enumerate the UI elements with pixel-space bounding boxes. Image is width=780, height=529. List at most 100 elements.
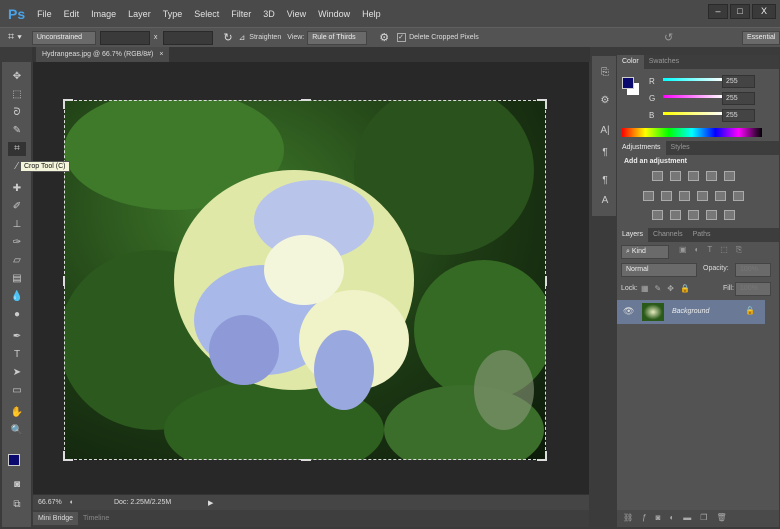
invert-icon[interactable] xyxy=(652,210,663,220)
opacity-input[interactable]: 100% xyxy=(735,263,771,277)
blur-tool-icon[interactable]: 💧 xyxy=(8,290,26,304)
close-tab-icon[interactable]: × xyxy=(159,51,163,58)
layer-row[interactable]: 👁 Background 🔒 xyxy=(617,300,765,324)
tab-color[interactable]: Color xyxy=(617,55,644,69)
exposure-icon[interactable] xyxy=(706,171,717,181)
tab-channels[interactable]: Channels xyxy=(648,228,688,242)
levels-icon[interactable] xyxy=(670,171,681,181)
delete-cropped-checkbox[interactable]: ✓ xyxy=(397,33,407,42)
color-spectrum[interactable] xyxy=(622,128,762,137)
move-tool-icon[interactable]: ✥ xyxy=(8,70,26,84)
fill-input[interactable]: 100% xyxy=(735,282,771,296)
character-icon[interactable]: A| xyxy=(596,124,614,138)
lock-icons[interactable]: ▦✎✥🔒 xyxy=(641,284,696,293)
menu-type[interactable]: Type xyxy=(163,9,183,19)
color-balance-icon[interactable] xyxy=(661,191,672,201)
visibility-eye-icon[interactable]: 👁 xyxy=(623,306,634,317)
straighten-button[interactable]: Straighten xyxy=(249,34,281,41)
document-tab[interactable]: Hydrangeas.jpg @ 66.7% (RGB/8#) × xyxy=(36,47,170,62)
paragraph-icon[interactable]: ¶ xyxy=(596,146,614,160)
crop-handle-tl[interactable] xyxy=(63,99,73,109)
menu-help[interactable]: Help xyxy=(362,9,381,19)
crop-box[interactable] xyxy=(63,99,547,461)
crop-handle-left[interactable] xyxy=(63,276,73,286)
tab-paths[interactable]: Paths xyxy=(688,228,716,242)
paragraph-styles-icon[interactable]: ¶ xyxy=(596,174,614,188)
g-slider[interactable] xyxy=(663,95,723,98)
foreground-color-swatch[interactable] xyxy=(8,454,20,466)
history-brush-icon[interactable]: ✑ xyxy=(8,236,26,250)
width-input[interactable] xyxy=(99,30,150,45)
menu-layer[interactable]: Layer xyxy=(128,9,151,19)
maximize-button[interactable]: □ xyxy=(730,4,750,19)
tab-adjustments[interactable]: Adjustments xyxy=(617,141,666,155)
layer-name[interactable]: Background xyxy=(672,308,709,315)
tab-layers[interactable]: Layers xyxy=(617,228,649,242)
path-select-tool-icon[interactable]: ➤ xyxy=(8,366,26,380)
selective-color-icon[interactable] xyxy=(706,210,717,220)
crop-handle-tr[interactable] xyxy=(537,99,547,109)
status-arrow-icon[interactable]: ▶ xyxy=(208,499,213,507)
vibrance-icon[interactable] xyxy=(724,171,735,181)
photo-filter-icon[interactable] xyxy=(697,191,708,201)
character-styles-icon[interactable]: A xyxy=(596,194,614,208)
gradient-tool-icon[interactable]: ▤ xyxy=(8,272,26,286)
menu-view[interactable]: View xyxy=(287,9,306,19)
reset-icon[interactable]: ↺ xyxy=(664,31,673,44)
menu-filter[interactable]: Filter xyxy=(231,9,251,19)
dodge-tool-icon[interactable]: ● xyxy=(8,308,26,322)
screen-mode-icon[interactable]: ⧉ xyxy=(8,498,26,512)
straighten-icon[interactable]: ⊿ xyxy=(239,33,246,42)
tab-timeline[interactable]: Timeline xyxy=(78,512,114,525)
crop-handle-bl[interactable] xyxy=(63,451,73,461)
marquee-tool-icon[interactable]: ⬚ xyxy=(8,88,26,102)
quick-select-tool-icon[interactable]: ✎ xyxy=(8,124,26,138)
crop-handle-top[interactable] xyxy=(301,99,311,109)
type-tool-icon[interactable]: T xyxy=(8,348,26,362)
threshold-icon[interactable] xyxy=(688,210,699,220)
menu-edit[interactable]: Edit xyxy=(64,9,80,19)
menu-select[interactable]: Select xyxy=(194,9,219,19)
tab-swatches[interactable]: Swatches xyxy=(644,55,684,69)
lasso-tool-icon[interactable]: ᘐ xyxy=(8,106,26,120)
layer-filter-icons[interactable]: ▣◐T⬚⎘ xyxy=(679,245,750,255)
gear-icon[interactable]: ⚙ xyxy=(379,31,389,44)
r-slider[interactable] xyxy=(663,78,723,81)
crop-handle-right[interactable] xyxy=(537,276,547,286)
posterize-icon[interactable] xyxy=(670,210,681,220)
r-value[interactable]: 255 xyxy=(722,75,755,88)
hand-tool-icon[interactable]: ✋ xyxy=(8,406,26,420)
actions-icon[interactable]: ⚙ xyxy=(596,94,614,108)
gradient-map-icon[interactable] xyxy=(724,210,735,220)
brightness-icon[interactable] xyxy=(652,171,663,181)
b-value[interactable]: 255 xyxy=(722,109,755,122)
hue-saturation-icon[interactable] xyxy=(643,191,654,201)
minimize-button[interactable]: – xyxy=(708,4,728,19)
ratio-select[interactable]: Unconstrained xyxy=(31,30,96,45)
layers-footer-icons[interactable]: ⛓ƒ◙◐▬❐🗑 xyxy=(617,510,779,527)
stamp-tool-icon[interactable]: ⊥ xyxy=(8,218,26,232)
b-slider[interactable] xyxy=(663,112,723,115)
crop-handle-bottom[interactable] xyxy=(301,451,311,461)
eraser-tool-icon[interactable]: ▱ xyxy=(8,254,26,268)
crop-tool-icon[interactable]: ⌗ ▾ xyxy=(8,31,22,44)
g-value[interactable]: 255 xyxy=(722,92,755,105)
zoom-level[interactable]: 66.67% xyxy=(38,499,62,506)
brush-tool-icon[interactable]: ✐ xyxy=(8,200,26,214)
menu-image[interactable]: Image xyxy=(91,9,116,19)
tab-styles[interactable]: Styles xyxy=(666,141,695,155)
menu-3d[interactable]: 3D xyxy=(263,9,275,19)
layer-filter-select[interactable]: ⌕ Kind xyxy=(621,245,669,259)
rotate-icon[interactable]: ↻ xyxy=(223,31,232,44)
color-fg-swatch[interactable] xyxy=(622,77,634,89)
crop-handle-br[interactable] xyxy=(537,451,547,461)
workspace-button[interactable]: Essential xyxy=(742,30,780,45)
tab-mini-bridge[interactable]: Mini Bridge xyxy=(33,512,79,525)
shape-tool-icon[interactable]: ▭ xyxy=(8,384,26,398)
menu-window[interactable]: Window xyxy=(318,9,350,19)
share-icon[interactable]: ◐ xyxy=(70,499,74,506)
crop-tool-icon[interactable]: ⌗ xyxy=(8,142,26,156)
black-white-icon[interactable] xyxy=(679,191,690,201)
view-select[interactable]: Rule of Thirds xyxy=(307,30,368,45)
history-icon[interactable]: ⎘ xyxy=(596,66,614,80)
